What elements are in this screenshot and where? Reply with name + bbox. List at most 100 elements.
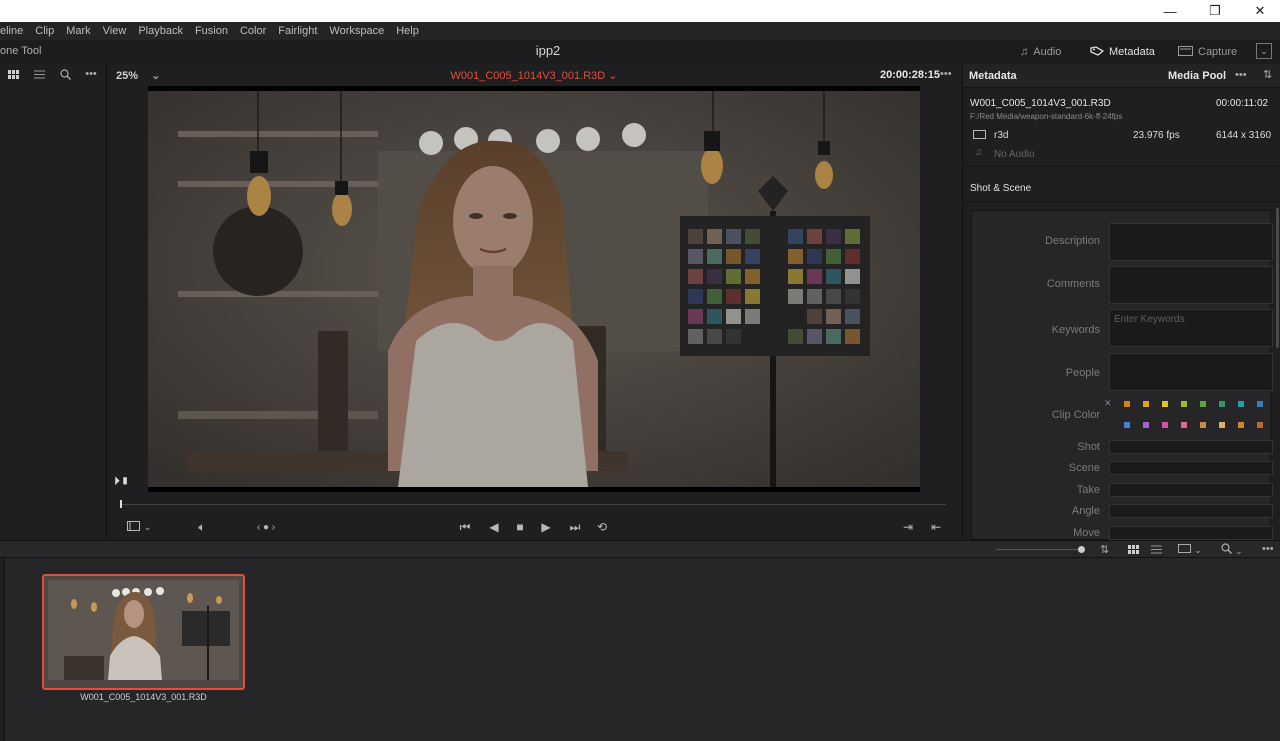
minimize-button[interactable]: — xyxy=(1147,0,1193,22)
slider-knob[interactable] xyxy=(1078,546,1085,553)
go-to-start-icon[interactable]: ⏮ xyxy=(456,519,474,535)
clip-color-swatch[interactable] xyxy=(1238,401,1244,407)
take-field[interactable] xyxy=(1109,483,1273,497)
viewer-scrubber[interactable] xyxy=(120,504,946,505)
list-view-icon[interactable] xyxy=(26,64,52,84)
loop-icon[interactable]: ⟲ xyxy=(594,519,610,535)
viewer-options-icon[interactable]: ••• xyxy=(940,68,952,80)
meta-path: F:/Red Media/weapon-standard-6k-ff-24fps xyxy=(970,112,1123,121)
clip-view-dropdown[interactable]: ⌄ xyxy=(1178,544,1202,556)
clip-color-swatch[interactable] xyxy=(1219,422,1225,428)
viewer-toolbar: 25% ⌄ W001_C005_1014V3_001.R3D ⌄ 20:00:2… xyxy=(108,64,960,86)
sort-icon[interactable]: ⇅ xyxy=(1100,543,1109,556)
shot-scene-section[interactable]: Shot & Scene xyxy=(970,183,1031,194)
source-viewer: 25% ⌄ W001_C005_1014V3_001.R3D ⌄ 20:00:2… xyxy=(108,64,960,540)
menu-fairlight[interactable]: Fairlight xyxy=(272,25,323,37)
menu-help[interactable]: Help xyxy=(390,25,425,37)
menu-color[interactable]: Color xyxy=(234,25,272,37)
pool-search-dropdown[interactable]: ⌄ xyxy=(1221,543,1243,557)
metadata-title: Metadata xyxy=(969,70,1017,82)
chevron-down-icon: ⌄ xyxy=(1235,546,1243,556)
close-button[interactable]: ✕ xyxy=(1237,0,1280,22)
metadata-scrollbar[interactable] xyxy=(1276,208,1279,348)
pool-options-icon[interactable]: ••• xyxy=(1262,543,1274,555)
mark-in-icon[interactable]: ⇥ xyxy=(900,519,916,535)
menu-workspace[interactable]: Workspace xyxy=(323,25,390,37)
play-icon[interactable]: ▶ xyxy=(538,519,554,535)
scene-label: Scene xyxy=(1068,462,1100,474)
clear-color-icon[interactable]: ✕ xyxy=(1104,398,1112,409)
tag-icon xyxy=(1090,45,1105,59)
clip-color-swatch[interactable] xyxy=(1162,401,1168,407)
video-frame xyxy=(148,86,920,492)
clip-color-swatch[interactable] xyxy=(1181,401,1187,407)
clip-color-swatch[interactable] xyxy=(1143,422,1149,428)
clip-color-swatch[interactable] xyxy=(1181,422,1187,428)
mark-out-icon[interactable]: ⇤ xyxy=(928,519,944,535)
sort-icon[interactable]: ⇅ xyxy=(1263,68,1272,81)
description-field[interactable] xyxy=(1109,223,1273,261)
menu-timeline[interactable]: eline xyxy=(0,25,29,37)
go-to-end-icon[interactable]: ⏭ xyxy=(566,519,584,535)
angle-field[interactable] xyxy=(1109,504,1273,518)
monitor-icon xyxy=(126,520,140,534)
window-titlebar: — ❐ ✕ xyxy=(0,0,1280,22)
thumbnail-size-slider[interactable] xyxy=(996,549,1084,550)
clip-color-swatch[interactable] xyxy=(1200,422,1206,428)
menu-clip[interactable]: Clip xyxy=(29,25,60,37)
clip-color-swatch[interactable] xyxy=(1124,422,1130,428)
clip-color-swatch[interactable] xyxy=(1219,401,1225,407)
comments-field[interactable] xyxy=(1109,266,1273,304)
grid-view-icon[interactable] xyxy=(1128,545,1139,557)
film-icon xyxy=(973,130,986,142)
video-image xyxy=(148,91,920,487)
audio-panel-button[interactable]: ♫ Audio xyxy=(1020,43,1061,61)
menu-view[interactable]: View xyxy=(97,25,133,37)
capture-label: Capture xyxy=(1198,46,1238,58)
clip-thumbnail[interactable] xyxy=(42,574,245,690)
speaker-icon[interactable]: 🔈︎ xyxy=(194,519,210,535)
grid-view-icon[interactable] xyxy=(0,64,26,84)
clip-color-swatch[interactable] xyxy=(1238,422,1244,428)
play-reverse-icon[interactable]: ◀ xyxy=(486,519,502,535)
left-toolbar: ••• xyxy=(0,64,107,84)
clip-color-swatch[interactable] xyxy=(1257,422,1263,428)
capture-panel-button[interactable]: Capture xyxy=(1178,43,1237,61)
playhead[interactable] xyxy=(120,500,122,508)
list-view-icon[interactable] xyxy=(1151,545,1162,557)
chevron-down-icon: ⌄ xyxy=(608,70,618,82)
viewer-clip-name[interactable]: W001_C005_1014V3_001.R3D ⌄ xyxy=(108,69,960,82)
jog-control[interactable]: ‹ ● › xyxy=(250,519,282,535)
play-overlay-icon[interactable]: ⏵▮ xyxy=(114,474,130,489)
menu-playback[interactable]: Playback xyxy=(132,25,189,37)
clip-color-swatch[interactable] xyxy=(1124,401,1130,407)
metadata-panel-button[interactable]: Metadata xyxy=(1090,43,1155,61)
restore-button[interactable]: ❐ xyxy=(1192,0,1238,22)
media-pool-tab[interactable]: Media Pool xyxy=(1168,70,1226,82)
more-options-icon[interactable]: ••• xyxy=(78,64,104,84)
audio-label: Audio xyxy=(1033,46,1062,58)
clip-color-swatch[interactable] xyxy=(1143,401,1149,407)
collapse-panel-button[interactable]: ⌄ xyxy=(1256,43,1272,59)
clip-color-swatch[interactable] xyxy=(1257,401,1263,407)
capture-icon xyxy=(1178,45,1193,59)
people-field[interactable] xyxy=(1109,353,1273,391)
meta-codec: r3d xyxy=(994,130,1009,141)
thumbnail-label: W001_C005_1014V3_001.R3D xyxy=(80,692,207,702)
clip-color-label: Clip Color xyxy=(1051,409,1100,421)
metadata-options-icon[interactable]: ••• xyxy=(1235,69,1247,81)
meta-clip-name: W001_C005_1014V3_001.R3D xyxy=(970,98,1111,109)
menu-fusion[interactable]: Fusion xyxy=(189,25,234,37)
chevron-down-icon: ⌄ xyxy=(1194,545,1202,555)
clip-color-swatch[interactable] xyxy=(1162,422,1168,428)
shot-field[interactable] xyxy=(1109,440,1273,454)
viewer-timecode[interactable]: 20:00:28:15 xyxy=(880,69,940,81)
scene-field[interactable] xyxy=(1109,461,1273,475)
viewer-mode-dropdown[interactable]: ⌄ xyxy=(124,519,154,535)
move-field[interactable] xyxy=(1109,526,1273,540)
search-icon[interactable] xyxy=(52,64,78,84)
clip-color-swatch[interactable] xyxy=(1200,401,1206,407)
menu-mark[interactable]: Mark xyxy=(60,25,96,37)
stop-icon[interactable]: ■ xyxy=(512,519,528,535)
keywords-field[interactable]: Enter Keywords xyxy=(1109,309,1273,347)
